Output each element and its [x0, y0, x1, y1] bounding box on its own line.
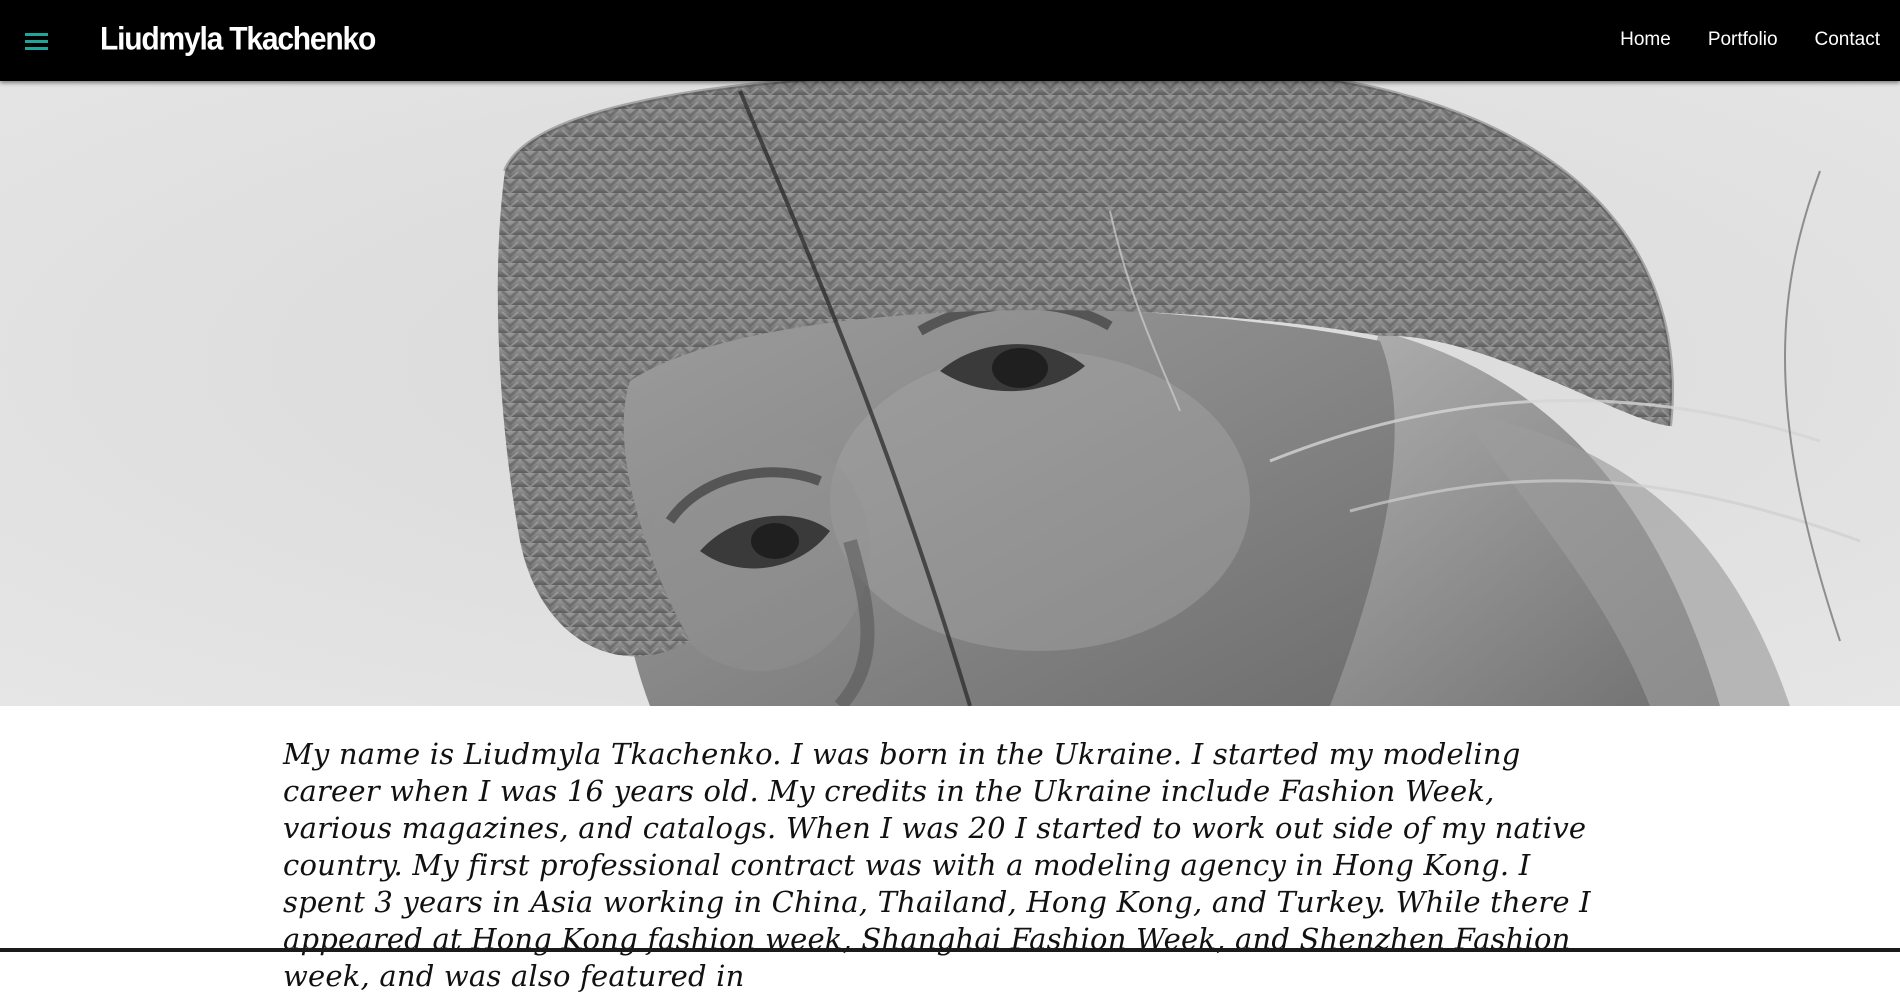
portrait-photo — [0, 81, 1900, 706]
nav-link-portfolio[interactable]: Portfolio — [1708, 28, 1778, 52]
page-bottom-edge — [0, 948, 1900, 952]
menu-bar-bottom — [25, 47, 48, 50]
main-nav: Home Portfolio Contact — [1583, 28, 1880, 52]
hamburger-menu-icon[interactable] — [22, 28, 52, 54]
top-navbar: Liudmyla Tkachenko Home Portfolio Contac… — [0, 0, 1900, 81]
site-brand-title[interactable]: Liudmyla Tkachenko — [100, 18, 376, 61]
nav-link-contact[interactable]: Contact — [1815, 28, 1880, 52]
hero-portrait-image — [0, 81, 1900, 706]
nav-link-home[interactable]: Home — [1620, 28, 1671, 52]
menu-bar-middle — [25, 40, 48, 43]
bio-paragraph: My name is Liudmyla Tkachenko. I was bor… — [283, 737, 1591, 993]
menu-bar-top — [25, 33, 48, 36]
